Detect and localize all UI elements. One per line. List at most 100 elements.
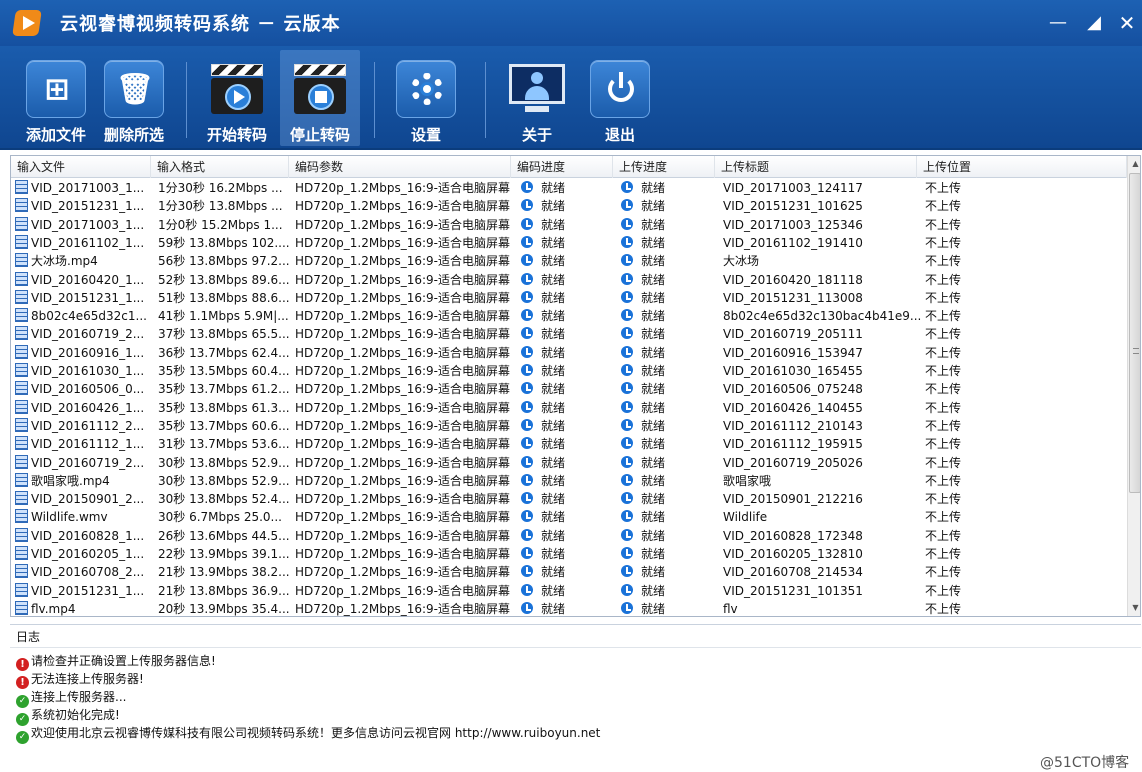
table-row[interactable]: VID_20151231_1... 1分30秒 13.8Mbps ... HD720… xyxy=(11,197,1127,215)
table-row[interactable]: VID_20171003_1... 1分30秒 16.2Mbps ... HD720… xyxy=(11,179,1127,197)
scroll-down-arrow-icon[interactable]: ▼ xyxy=(1128,600,1140,616)
input-file-name: VID_20161102_1... xyxy=(31,235,145,250)
about-button[interactable]: 关于 xyxy=(497,50,577,146)
table-row[interactable]: VID_20160828_1... 26秒 13.6Mbps 44.5... HD7… xyxy=(11,527,1127,545)
encode-progress-cell: 就绪 xyxy=(515,508,615,526)
exit-button[interactable]: 退出 xyxy=(580,50,660,146)
upload-title-cell: VID_20160708_214534 xyxy=(723,565,863,580)
input-file-cell: VID_20151231_1... xyxy=(15,197,157,215)
input-file-cell: 歌唱家哦.mp4 xyxy=(15,472,157,490)
upload-title-cell: VID_20161112_195915 xyxy=(723,437,863,452)
video-file-icon xyxy=(15,308,28,323)
table-row[interactable]: flv.mp4 20秒 13.9Mbps 35.4... HD720p_1.2Mbp… xyxy=(11,600,1127,616)
input-file-cell: VID_20151231_1... xyxy=(15,582,157,600)
video-file-icon xyxy=(15,198,28,213)
input-format-cell: 51秒 13.8Mbps 88.6... xyxy=(158,290,290,305)
table-row[interactable]: 歌唱家哦.mp4 30秒 13.8Mbps 52.9... HD720p_1.2Mb… xyxy=(11,472,1127,490)
start-transcode-button[interactable]: 开始转码 xyxy=(197,50,277,146)
table-row[interactable]: VID_20161112_2... 35秒 13.7Mbps 60.6... HD7… xyxy=(11,417,1127,435)
encode-status: 就绪 xyxy=(541,510,566,525)
table-row[interactable]: VID_20161030_1... 35秒 13.5Mbps 60.4... HD7… xyxy=(11,362,1127,380)
clock-icon xyxy=(621,455,633,468)
clock-icon xyxy=(521,583,533,596)
scrollbar-thumb[interactable] xyxy=(1129,173,1140,493)
video-file-icon xyxy=(15,509,28,524)
encode-params-cell: HD720p_1.2Mbps_16:9-适合电脑屏幕 xyxy=(295,547,510,561)
log-entry-text: 系统初始化完成! xyxy=(31,708,120,722)
toolbar: ⊞ 添加文件 🗑 删除所选 开始转码 停止转码 设置 关于 退出 xyxy=(0,46,1142,150)
upload-status: 就绪 xyxy=(641,327,666,342)
toolbar-separator xyxy=(374,62,375,138)
encode-status: 就绪 xyxy=(541,400,566,415)
col-header-input-format[interactable]: 输入格式 xyxy=(151,156,289,178)
table-row[interactable]: 8b02c4e65d32c1... 41秒 1.1Mbps 5.9M|... HD7… xyxy=(11,307,1127,325)
minimize-button[interactable]: — xyxy=(1045,10,1071,36)
file-table[interactable]: 输入文件 输入格式 编码参数 编码进度 上传进度 上传标题 上传位置 VID_2… xyxy=(10,155,1141,617)
restore-button[interactable]: ◢ xyxy=(1081,10,1107,36)
input-format-cell: 35秒 13.8Mbps 61.3... xyxy=(158,400,290,415)
encode-params-cell: HD720p_1.2Mbps_16:9-适合电脑屏幕 xyxy=(295,254,510,269)
encode-progress-cell: 就绪 xyxy=(515,289,615,307)
table-row[interactable]: VID_20160708_2... 21秒 13.9Mbps 38.2... HD7… xyxy=(11,563,1127,581)
encode-status: 就绪 xyxy=(541,272,566,287)
clock-icon xyxy=(621,510,633,523)
col-header-encode-progress[interactable]: 编码进度 xyxy=(511,156,613,178)
upload-progress-cell: 就绪 xyxy=(615,289,715,307)
table-row[interactable]: Wildlife.wmv 30秒 6.7Mbps 25.0... HD720p_1.… xyxy=(11,508,1127,526)
upload-title-cell: VID_20150901_212216 xyxy=(723,492,863,507)
table-row[interactable]: VID_20171003_1... 1分0秒 15.2Mbps 1... HD720… xyxy=(11,216,1127,234)
upload-title-cell: VID_20160916_153947 xyxy=(723,345,863,360)
table-row[interactable]: VID_20160719_2... 37秒 13.8Mbps 65.5... HD7… xyxy=(11,325,1127,343)
encode-progress-cell: 就绪 xyxy=(515,252,615,270)
upload-progress-cell: 就绪 xyxy=(615,582,715,600)
delete-selected-button[interactable]: 🗑 删除所选 xyxy=(94,50,174,146)
encode-progress-cell: 就绪 xyxy=(515,179,615,197)
upload-location-cell: 不上传 xyxy=(925,290,962,305)
encode-progress-cell: 就绪 xyxy=(515,344,615,362)
settings-button[interactable]: 设置 xyxy=(386,50,466,146)
encode-progress-cell: 就绪 xyxy=(515,325,615,343)
video-file-icon xyxy=(15,344,28,359)
encode-progress-cell: 就绪 xyxy=(515,307,615,325)
close-button[interactable]: ✕ xyxy=(1114,10,1140,36)
table-row[interactable]: VID_20150901_2... 30秒 13.8Mbps 52.4... HD7… xyxy=(11,490,1127,508)
table-row[interactable]: VID_20151231_1... 21秒 13.8Mbps 36.9... HD7… xyxy=(11,582,1127,600)
video-file-icon xyxy=(15,381,28,396)
table-row[interactable]: VID_20151231_1... 51秒 13.8Mbps 88.6... HD7… xyxy=(11,289,1127,307)
table-row[interactable]: 大冰场.mp4 56秒 13.8Mbps 97.2... HD720p_1.2Mbp… xyxy=(11,252,1127,270)
table-row[interactable]: VID_20160426_1... 35秒 13.8Mbps 61.3... HD7… xyxy=(11,399,1127,417)
clock-icon xyxy=(521,345,533,358)
encode-progress-cell: 就绪 xyxy=(515,600,615,616)
upload-location-cell: 不上传 xyxy=(925,199,962,214)
table-row[interactable]: VID_20160506_0... 35秒 13.7Mbps 61.2... HD7… xyxy=(11,380,1127,398)
col-header-upload-progress[interactable]: 上传进度 xyxy=(613,156,715,178)
table-row[interactable]: VID_20161102_1... 59秒 13.8Mbps 102.... HD7… xyxy=(11,234,1127,252)
add-files-button[interactable]: ⊞ 添加文件 xyxy=(16,50,96,146)
upload-title-cell: VID_20160719_205026 xyxy=(723,455,863,470)
upload-title-cell: VID_20160420_181118 xyxy=(723,272,863,287)
stop-transcode-button[interactable]: 停止转码 xyxy=(280,50,360,146)
table-row[interactable]: VID_20161112_1... 31秒 13.7Mbps 53.6... HD7… xyxy=(11,435,1127,453)
start-transcode-label: 开始转码 xyxy=(206,126,267,144)
upload-progress-cell: 就绪 xyxy=(615,325,715,343)
upload-progress-cell: 就绪 xyxy=(615,271,715,289)
delete-selected-label: 删除所选 xyxy=(103,126,164,144)
vertical-scrollbar[interactable]: ▲ ▼ xyxy=(1127,156,1140,616)
col-header-encode-params[interactable]: 编码参数 xyxy=(289,156,511,178)
scroll-up-arrow-icon[interactable]: ▲ xyxy=(1128,156,1140,172)
clock-icon xyxy=(621,290,633,303)
clock-icon xyxy=(621,565,633,578)
encode-params-cell: HD720p_1.2Mbps_16:9-适合电脑屏幕 xyxy=(295,364,510,378)
col-header-upload-location[interactable]: 上传位置 xyxy=(917,156,1127,178)
input-format-cell: 22秒 13.9Mbps 39.1... xyxy=(158,547,290,561)
col-header-upload-title[interactable]: 上传标题 xyxy=(715,156,917,178)
encode-progress-cell: 就绪 xyxy=(515,527,615,545)
encode-status: 就绪 xyxy=(541,492,566,507)
col-header-input-file[interactable]: 输入文件 xyxy=(11,156,151,178)
input-file-cell: VID_20161030_1... xyxy=(15,362,157,380)
table-row[interactable]: VID_20160719_2... 30秒 13.8Mbps 52.9... HD7… xyxy=(11,454,1127,472)
table-row[interactable]: VID_20160205_1... 22秒 13.9Mbps 39.1... HD7… xyxy=(11,545,1127,563)
table-row[interactable]: VID_20160420_1... 52秒 13.8Mbps 89.6... HD7… xyxy=(11,271,1127,289)
table-row[interactable]: VID_20160916_1... 36秒 13.7Mbps 62.4... HD7… xyxy=(11,344,1127,362)
encode-status: 就绪 xyxy=(541,181,566,195)
